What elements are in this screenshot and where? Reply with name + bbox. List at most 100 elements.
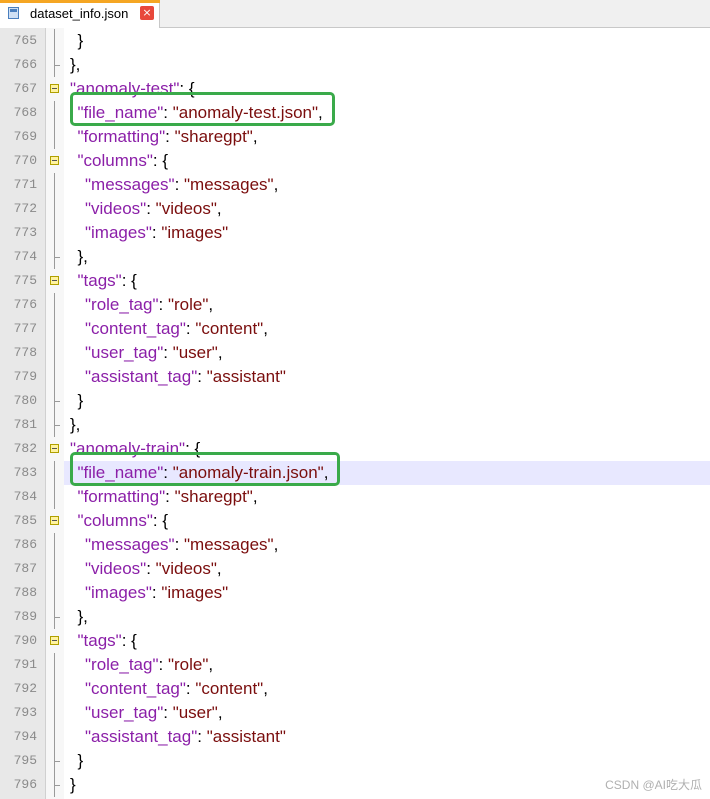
- line-number: 795: [13, 753, 37, 768]
- line-number: 774: [13, 249, 37, 264]
- code-line[interactable]: 771 "messages": "messages",: [0, 173, 710, 197]
- json-punctuation: ,: [273, 175, 279, 194]
- fold-toggle-icon[interactable]: [50, 516, 59, 525]
- fold-toggle-icon[interactable]: [50, 444, 59, 453]
- json-punctuation: },: [77, 607, 88, 626]
- code-text: }: [78, 389, 84, 413]
- json-punctuation: ,: [216, 199, 222, 218]
- code-line[interactable]: 796}: [0, 773, 710, 797]
- code-line[interactable]: 787 "videos": "videos",: [0, 557, 710, 581]
- watermark: CSDN @AI吃大瓜: [605, 778, 702, 792]
- fold-toggle-icon[interactable]: [50, 156, 59, 165]
- json-punctuation: ,: [217, 343, 223, 362]
- code-line[interactable]: 777 "content_tag": "content",: [0, 317, 710, 341]
- json-string: "videos": [155, 559, 217, 578]
- code-line[interactable]: 789},: [0, 605, 710, 629]
- code-line[interactable]: 773 "images": "images": [0, 221, 710, 245]
- line-number: 779: [13, 369, 37, 384]
- code-line[interactable]: 785 "columns": {: [0, 509, 710, 533]
- code-line[interactable]: 765}: [0, 29, 710, 53]
- json-key: "messages": [85, 535, 175, 554]
- code-line[interactable]: 791 "role_tag": "role",: [0, 653, 710, 677]
- code-editor[interactable]: 765} 766}, 767 "anomaly-test": {768 "file_na…: [0, 28, 710, 799]
- json-key: "videos": [85, 199, 147, 218]
- code-text: "messages": "messages",: [85, 533, 278, 557]
- json-punctuation: ,: [252, 487, 258, 506]
- json-key: "columns": [77, 151, 153, 170]
- json-punctuation: : {: [121, 271, 137, 290]
- code-line[interactable]: 780}: [0, 389, 710, 413]
- line-number: 784: [13, 489, 37, 504]
- json-string: "messages": [184, 175, 274, 194]
- json-key: "assistant_tag": [85, 727, 198, 746]
- fold-guide-line: [54, 725, 55, 749]
- json-punctuation: : {: [152, 511, 168, 530]
- code-line[interactable]: 774},: [0, 245, 710, 269]
- code-line[interactable]: 790 "tags": {: [0, 629, 710, 653]
- code-line[interactable]: 792 "content_tag": "content",: [0, 677, 710, 701]
- line-number: 778: [13, 345, 37, 360]
- fold-end-mark: [54, 425, 60, 426]
- active-tab-indicator: [0, 0, 160, 3]
- line-number: 765: [13, 33, 37, 48]
- json-punctuation: :: [146, 199, 156, 218]
- json-punctuation: }: [77, 391, 84, 410]
- code-line[interactable]: 793 "user_tag": "user",: [0, 701, 710, 725]
- fold-guide-line: [54, 173, 55, 197]
- json-punctuation: }: [77, 751, 84, 770]
- json-key: "formatting": [77, 127, 166, 146]
- fold-guide-line: [54, 29, 55, 53]
- fold-guide-line: [54, 533, 55, 557]
- json-string: "messages": [184, 535, 274, 554]
- code-line[interactable]: 776 "role_tag": "role",: [0, 293, 710, 317]
- line-number: 782: [13, 441, 37, 456]
- json-punctuation: },: [77, 247, 88, 266]
- json-key: "assistant_tag": [85, 367, 198, 386]
- code-line[interactable]: 769 "formatting": "sharegpt",: [0, 125, 710, 149]
- line-number: 773: [13, 225, 37, 240]
- code-line[interactable]: 784 "formatting": "sharegpt",: [0, 485, 710, 509]
- code-line[interactable]: 795}: [0, 749, 710, 773]
- line-number: 790: [13, 633, 37, 648]
- json-punctuation: :: [197, 727, 207, 746]
- code-line[interactable]: 794 "assistant_tag": "assistant": [0, 725, 710, 749]
- code-line[interactable]: 788 "images": "images": [0, 581, 710, 605]
- fold-guide-line: [54, 197, 55, 221]
- line-number: 776: [13, 297, 37, 312]
- tab-dataset-info[interactable]: dataset_info.json ×: [0, 0, 160, 28]
- code-line[interactable]: 781},: [0, 413, 710, 437]
- fold-guide-line: [54, 557, 55, 581]
- code-text: "images": "images": [85, 221, 228, 245]
- code-text: "role_tag": "role",: [85, 293, 213, 317]
- code-text: },: [78, 605, 88, 629]
- fold-guide-line: [54, 317, 55, 341]
- code-line[interactable]: 770 "columns": {: [0, 149, 710, 173]
- fold-guide-line: [54, 365, 55, 389]
- code-text: "user_tag": "user",: [85, 701, 223, 725]
- code-line[interactable]: 772 "videos": "videos",: [0, 197, 710, 221]
- line-number: 791: [13, 657, 37, 672]
- fold-toggle-icon[interactable]: [50, 276, 59, 285]
- line-number: 775: [13, 273, 37, 288]
- code-line[interactable]: 766},: [0, 53, 710, 77]
- json-punctuation: ,: [263, 679, 268, 698]
- line-number: 771: [13, 177, 37, 192]
- highlight-box: [69, 452, 341, 486]
- json-punctuation: :: [165, 487, 175, 506]
- code-line[interactable]: 786 "messages": "messages",: [0, 533, 710, 557]
- json-key: "images": [85, 583, 152, 602]
- json-string: "content": [195, 319, 264, 338]
- json-key: "messages": [85, 175, 175, 194]
- code-text: },: [70, 53, 80, 77]
- code-line[interactable]: 775 "tags": {: [0, 269, 710, 293]
- fold-toggle-icon[interactable]: [50, 84, 59, 93]
- json-key: "user_tag": [85, 343, 164, 362]
- json-punctuation: : {: [121, 631, 137, 650]
- fold-end-mark: [54, 761, 60, 762]
- code-line[interactable]: 779 "assistant_tag": "assistant": [0, 365, 710, 389]
- code-text: "videos": "videos",: [85, 197, 222, 221]
- code-line[interactable]: 778 "user_tag": "user",: [0, 341, 710, 365]
- code-text: "messages": "messages",: [85, 173, 278, 197]
- close-icon[interactable]: ×: [140, 6, 154, 20]
- fold-toggle-icon[interactable]: [50, 636, 59, 645]
